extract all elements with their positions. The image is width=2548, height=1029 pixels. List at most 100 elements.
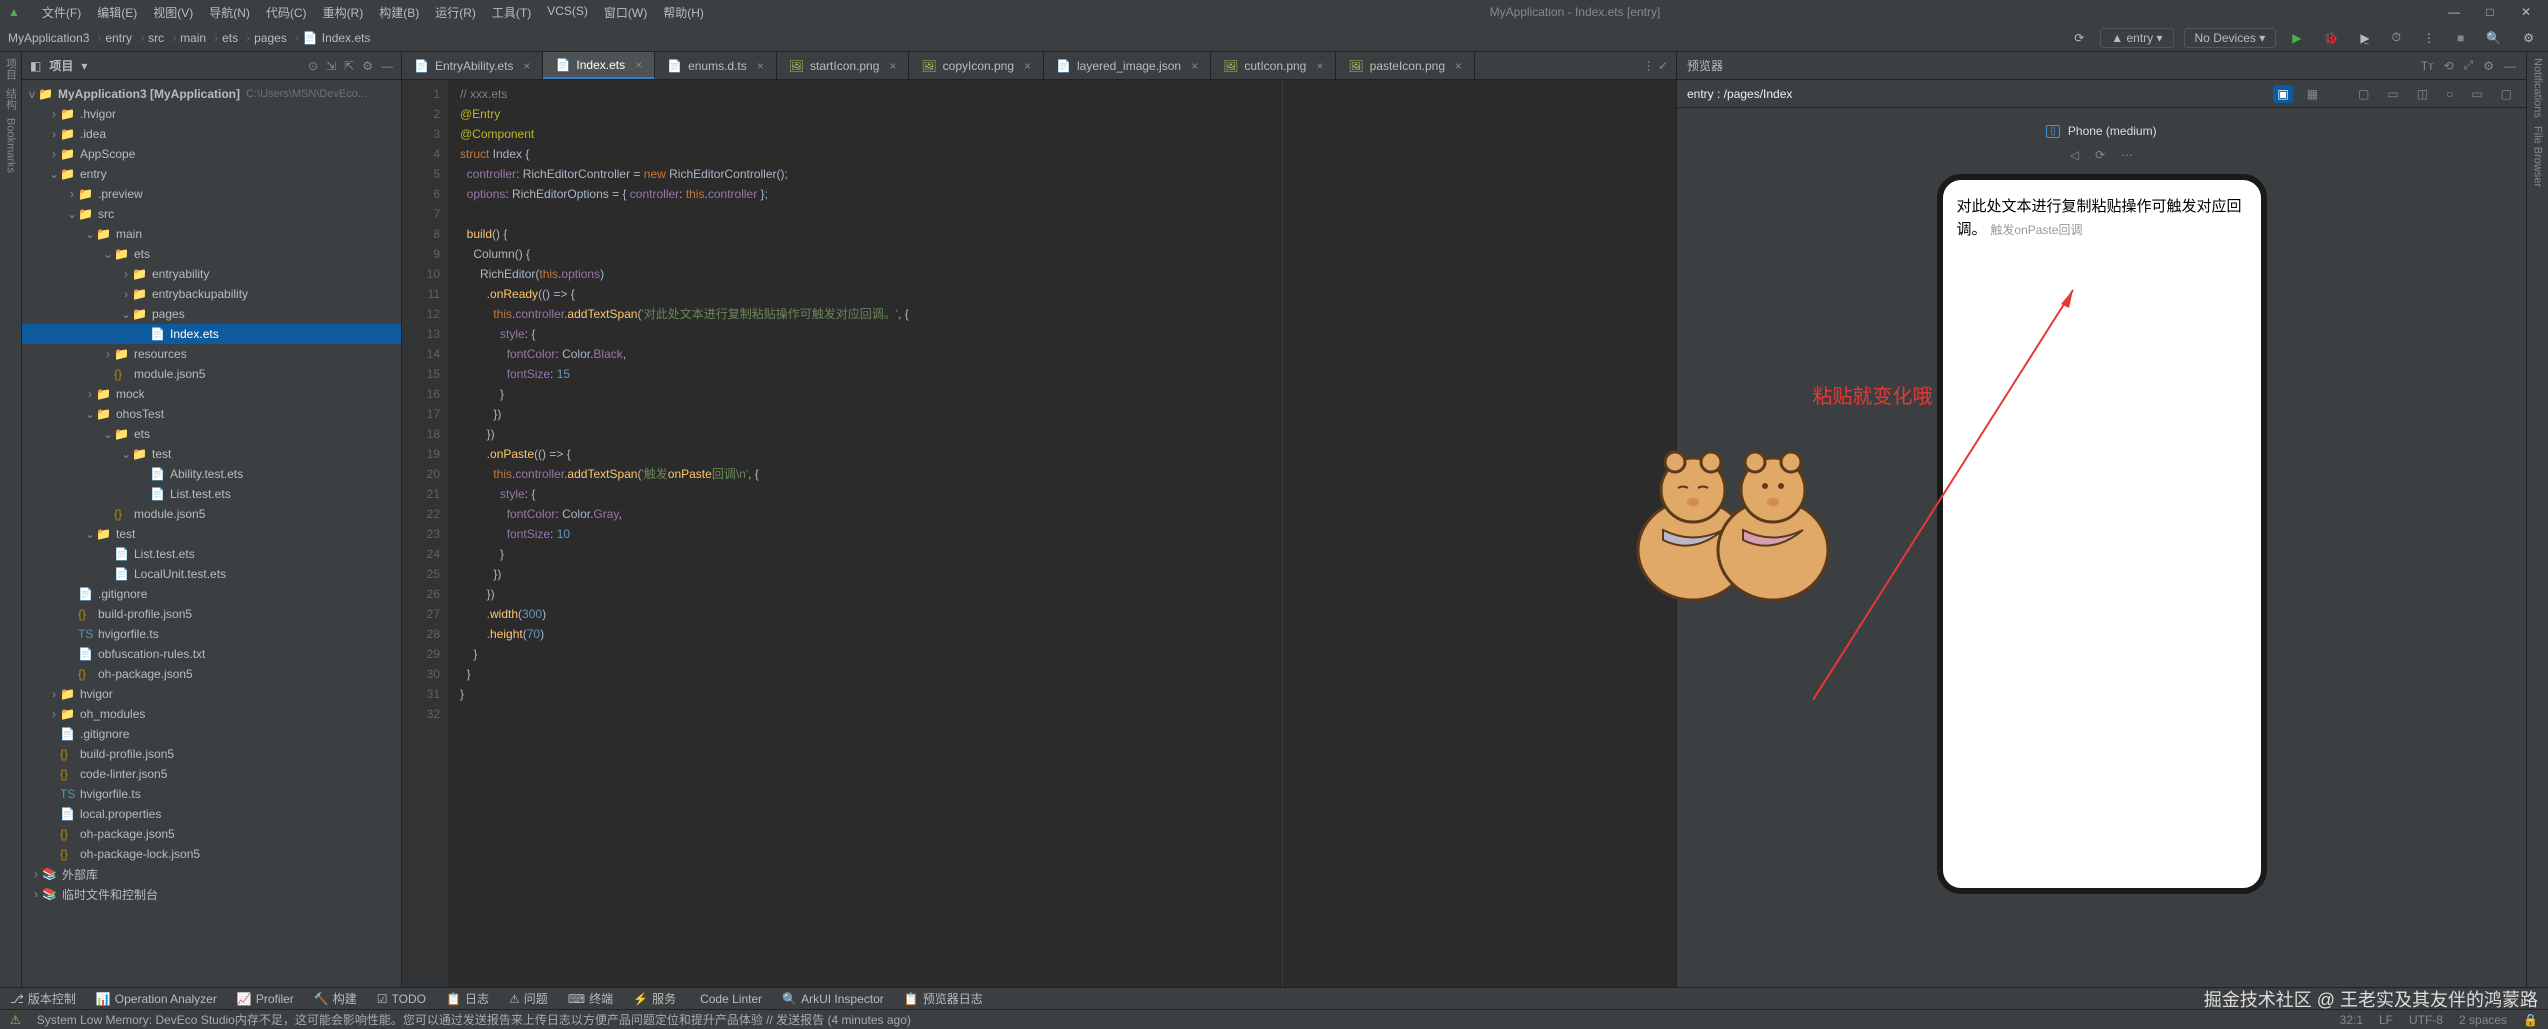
tree-node[interactable]: ›📁AppScope: [22, 144, 401, 164]
editor-tab[interactable]: 🖼copyIcon.png×: [909, 52, 1044, 79]
bottom-tool-tab[interactable]: 📋预览器日志: [904, 990, 983, 1007]
tree-node[interactable]: {}module.json5: [22, 504, 401, 524]
editor-tab[interactable]: 📄enums.d.ts×: [655, 52, 777, 79]
tree-node[interactable]: ⌄📁test: [22, 444, 401, 464]
close-icon[interactable]: ×: [1455, 59, 1462, 73]
hide-preview-icon[interactable]: —: [2504, 59, 2516, 73]
menu-item[interactable]: 窗口(W): [598, 2, 653, 23]
stop-button[interactable]: ■: [2451, 29, 2470, 47]
code-content[interactable]: // xxx.ets@Entry@Componentstruct Index {…: [448, 80, 909, 987]
lock-icon[interactable]: 🔒: [2523, 1013, 2538, 1027]
text-tool-icon[interactable]: Tт: [2421, 59, 2434, 73]
gear-icon[interactable]: ⚙: [2483, 59, 2494, 73]
tree-node[interactable]: ›📚外部库: [22, 864, 401, 884]
bottom-tool-tab[interactable]: 🔍ArkUI Inspector: [782, 992, 884, 1006]
minimize-button[interactable]: —: [2440, 5, 2468, 19]
tree-node[interactable]: ›📁mock: [22, 384, 401, 404]
tree-node[interactable]: {}oh-package.json5: [22, 664, 401, 684]
tree-node[interactable]: ›📁.preview: [22, 184, 401, 204]
tree-node[interactable]: 📄.gitignore: [22, 724, 401, 744]
editor-tab[interactable]: 🖼cutIcon.png×: [1211, 52, 1336, 79]
breadcrumb-item[interactable]: entry: [105, 31, 132, 45]
coverage-button[interactable]: ▶̤: [2354, 29, 2375, 47]
tool-tab[interactable]: Bookmarks: [5, 118, 17, 173]
menu-item[interactable]: 文件(F): [36, 2, 87, 23]
bottom-tool-tab[interactable]: ⚠问题: [509, 990, 548, 1007]
tree-node[interactable]: {}build-profile.json5: [22, 744, 401, 764]
more-icon[interactable]: ⋯: [2121, 148, 2133, 162]
inspector-icon[interactable]: ▣: [2273, 85, 2292, 103]
tree-node[interactable]: ›📁hvigor: [22, 684, 401, 704]
tree-node[interactable]: ›📁.idea: [22, 124, 401, 144]
tree-node[interactable]: TShvigorfile.ts: [22, 784, 401, 804]
editor-tab[interactable]: 📄Index.ets×: [543, 52, 655, 79]
bottom-tool-tab[interactable]: 📋日志: [446, 990, 489, 1007]
close-icon[interactable]: ×: [1316, 59, 1323, 73]
close-icon[interactable]: ×: [523, 59, 530, 73]
tree-node[interactable]: 📄List.test.ets: [22, 544, 401, 564]
tree-node[interactable]: 📄Ability.test.ets: [22, 464, 401, 484]
menu-item[interactable]: 编辑(E): [91, 2, 143, 23]
menu-item[interactable]: 帮助(H): [657, 2, 710, 23]
tree-node[interactable]: TShvigorfile.ts: [22, 624, 401, 644]
bottom-tool-tab[interactable]: 📊Operation Analyzer: [96, 992, 217, 1006]
tree-node[interactable]: 📄.gitignore: [22, 584, 401, 604]
tree-node[interactable]: ⌄📁ohosTest: [22, 404, 401, 424]
watch-icon[interactable]: ○: [2442, 85, 2457, 103]
sync-icon[interactable]: ⟳: [2068, 29, 2090, 47]
debug-button[interactable]: 🐞: [2317, 29, 2344, 47]
select-file-icon[interactable]: ⊙: [308, 59, 318, 73]
menu-item[interactable]: 代码(C): [260, 2, 313, 23]
refresh-icon[interactable]: ⟲: [2444, 59, 2454, 73]
device-dropdown[interactable]: No Devices ▾: [2184, 28, 2277, 48]
editor-tab[interactable]: 🖼startIcon.png×: [777, 52, 910, 79]
tool-tab[interactable]: 项目: [3, 58, 19, 80]
editor-tab[interactable]: 📄layered_image.json×: [1044, 52, 1211, 79]
tree-node[interactable]: ›📚临时文件和控制台: [22, 884, 401, 904]
breadcrumb-item[interactable]: Index.ets: [322, 31, 371, 45]
editor-tab[interactable]: 🖼pasteIcon.png×: [1336, 52, 1475, 79]
phone-content[interactable]: 对此处文本进行复制粘贴操作可触发对应回调。 触发onPaste回调: [1943, 180, 2261, 257]
close-icon[interactable]: ×: [635, 58, 642, 72]
run-button[interactable]: ▶: [2286, 29, 2307, 47]
settings-icon[interactable]: ⚙: [2517, 29, 2540, 47]
tree-node[interactable]: 📄local.properties: [22, 804, 401, 824]
tab-overflow-icon[interactable]: ⋮ ✓: [1635, 59, 1676, 73]
close-icon[interactable]: ×: [889, 59, 896, 73]
bottom-tool-tab[interactable]: ⎇版本控制: [10, 990, 76, 1007]
maximize-button[interactable]: □: [2476, 5, 2504, 19]
tree-node[interactable]: {}oh-package-lock.json5: [22, 844, 401, 864]
more-run-icon[interactable]: ⋮: [2417, 29, 2441, 47]
line-ending[interactable]: LF: [2379, 1013, 2393, 1027]
tree-node[interactable]: ›📁.hvigor: [22, 104, 401, 124]
bottom-tool-tab[interactable]: ⚡服务: [633, 990, 676, 1007]
layout-icon[interactable]: ▦: [2303, 85, 2322, 103]
tv-icon[interactable]: ▭: [2467, 85, 2486, 103]
tree-node[interactable]: ⌄📁ets: [22, 244, 401, 264]
close-icon[interactable]: ×: [1024, 59, 1031, 73]
tree-node[interactable]: ⌄📁ets: [22, 424, 401, 444]
tree-node[interactable]: ›📁oh_modules: [22, 704, 401, 724]
orientation-icon[interactable]: ⤢: [2464, 58, 2474, 73]
project-dropdown-icon[interactable]: ▾: [81, 59, 87, 73]
indent[interactable]: 2 spaces: [2459, 1013, 2507, 1027]
bottom-tool-tab[interactable]: 📈Profiler: [237, 992, 294, 1006]
breadcrumb-item[interactable]: ets: [222, 31, 238, 45]
menu-item[interactable]: 构建(B): [373, 2, 425, 23]
bottom-tool-tab[interactable]: 🔨构建: [314, 990, 357, 1007]
editor-tab[interactable]: 📄EntryAbility.ets×: [402, 52, 543, 79]
hide-icon[interactable]: —: [381, 59, 393, 73]
fold-icon[interactable]: ◫: [2413, 85, 2432, 103]
bottom-tool-tab[interactable]: ⌨终端: [568, 990, 613, 1007]
breadcrumb-item[interactable]: src: [148, 31, 164, 45]
close-button[interactable]: ✕: [2512, 5, 2540, 19]
phone-icon[interactable]: ▢: [2354, 85, 2373, 103]
tree-node[interactable]: 📄obfuscation-rules.txt: [22, 644, 401, 664]
close-icon[interactable]: ×: [757, 59, 764, 73]
back-icon[interactable]: ◁: [2070, 148, 2079, 162]
tree-node[interactable]: ⌄📁src: [22, 204, 401, 224]
tree-node[interactable]: 📄LocalUnit.test.ets: [22, 564, 401, 584]
bottom-tool-tab[interactable]: Code Linter: [696, 992, 762, 1006]
menu-item[interactable]: 工具(T): [486, 2, 537, 23]
tree-node[interactable]: {}oh-package.json5: [22, 824, 401, 844]
